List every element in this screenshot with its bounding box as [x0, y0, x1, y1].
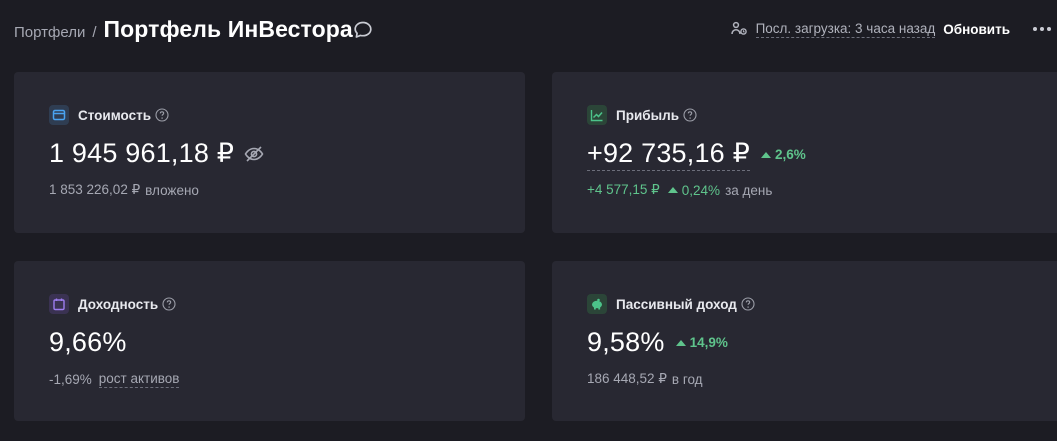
eye-off-icon[interactable] — [243, 143, 265, 165]
passive-sub-row: 186 448,52 ₽ в год — [587, 371, 703, 387]
profit-day-percent: 0,24% — [681, 182, 721, 198]
profit-change-badge: 2,6% — [760, 147, 806, 162]
passive-annual-label: в год — [671, 371, 703, 387]
last-load-status: Посл. загрузка: 3 часа назад — [755, 20, 936, 38]
passive-card-title: Пассивный доход — [616, 296, 737, 312]
data-source-icon — [730, 21, 747, 35]
piggy-bank-icon — [587, 294, 607, 314]
question-circle-icon[interactable] — [741, 297, 755, 311]
profit-change-percent: 2,6% — [774, 147, 806, 162]
page-title: Портфель ИнВестора — [103, 16, 353, 42]
profit-value[interactable]: +92 735,16 ₽ — [587, 138, 750, 171]
question-circle-icon[interactable] — [162, 297, 176, 311]
passive-income-value: 9,58% — [587, 327, 665, 357]
ellipsis-icon[interactable] — [1031, 22, 1053, 36]
asset-growth-link[interactable]: рост активов — [98, 371, 180, 388]
profit-day-amount: +4 577,15 ₽ — [587, 182, 660, 197]
arrow-up-icon — [675, 339, 686, 346]
value-sub-row: 1 853 226,02 ₽ вложено — [49, 182, 199, 198]
wallet-icon — [49, 105, 69, 125]
profit-main-row: +92 735,16 ₽ 2,6% — [587, 138, 806, 171]
passive-income-card: Пассивный доход 9,58% 14,9% 186 448,52 ₽… — [552, 261, 1057, 421]
status-area: Посл. загрузка: 3 часа назад Обновить — [730, 20, 1010, 38]
question-circle-icon[interactable] — [683, 108, 697, 122]
breadcrumb-portfolios-link[interactable]: Портфели — [14, 24, 85, 41]
breadcrumb-separator: / — [92, 24, 97, 41]
profit-card: Прибыль +92 735,16 ₽ 2,6% +4 577,15 ₽ 0,… — [552, 72, 1057, 233]
breadcrumb: Портфели / Портфель ИнВестора — [14, 16, 353, 43]
portfolio-value: 1 945 961,18 ₽ — [49, 138, 235, 168]
asset-growth-value: -1,69% — [49, 372, 92, 387]
profit-card-title: Прибыль — [616, 107, 679, 123]
passive-main-row: 9,58% 14,9% — [587, 327, 728, 358]
yield-card-title: Доходность — [78, 296, 159, 312]
refresh-button[interactable]: Обновить — [943, 22, 1010, 37]
passive-annual-amount: 186 448,52 ₽ — [587, 371, 667, 386]
chart-up-icon — [587, 105, 607, 125]
profit-sub-row: +4 577,15 ₽ 0,24% за день — [587, 182, 772, 198]
yield-sub-row: -1,69% рост активов — [49, 371, 180, 388]
invested-amount: 1 853 226,02 ₽ — [49, 182, 141, 197]
arrow-up-icon — [667, 187, 678, 193]
yield-card: Доходность 9,66% -1,69% рост активов — [14, 261, 525, 421]
passive-change-percent: 14,9% — [689, 335, 728, 350]
value-main-row: 1 945 961,18 ₽ — [49, 138, 265, 169]
passive-card-header: Пассивный доход — [587, 294, 755, 314]
value-card: Стоимость 1 945 961,18 ₽ 1 853 226,02 ₽ … — [14, 72, 525, 233]
passive-change-badge: 14,9% — [675, 335, 728, 350]
arrow-up-icon — [760, 151, 771, 158]
profit-day-label: за день — [725, 182, 773, 198]
yield-card-header: Доходность — [49, 294, 176, 314]
value-card-title: Стоимость — [78, 107, 152, 123]
yield-value: 9,66% — [49, 327, 127, 357]
invested-label: вложено — [145, 182, 199, 198]
value-card-header: Стоимость — [49, 105, 169, 125]
calendar-icon — [49, 294, 69, 314]
yield-main-row: 9,66% — [49, 327, 127, 358]
question-circle-icon[interactable] — [155, 108, 169, 122]
profit-card-header: Прибыль — [587, 105, 697, 125]
page-header: Портфели / Портфель ИнВестора Посл. загр… — [0, 0, 1057, 62]
speech-bubble-icon[interactable] — [352, 19, 374, 41]
